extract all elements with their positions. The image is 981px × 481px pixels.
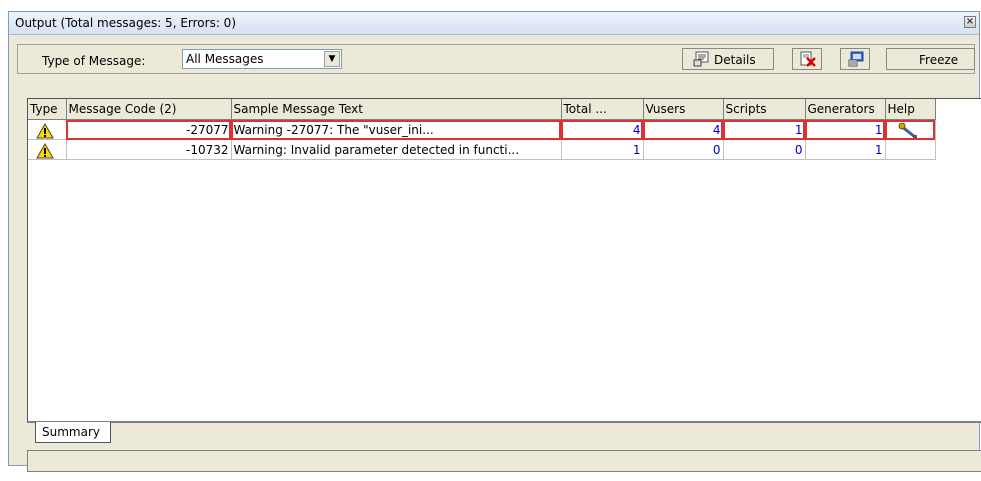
details-icon: [693, 51, 709, 67]
col-header-scripts[interactable]: Scripts: [723, 99, 806, 120]
clear-messages-button[interactable]: [792, 48, 822, 70]
type-of-message-label: Type of Message:: [42, 54, 146, 68]
tab-bar: Summary: [27, 422, 981, 446]
message-text-cell[interactable]: Warning: Invalid parameter detected in f…: [231, 139, 562, 160]
warning-icon: [36, 122, 54, 138]
export-icon: [848, 51, 864, 67]
col-header-help[interactable]: Help: [885, 99, 936, 120]
col-header-message-code[interactable]: Message Code (2): [66, 99, 232, 120]
tab-summary-label: Summary: [42, 425, 100, 439]
type-of-message-value: All Messages: [186, 52, 264, 66]
tab-summary[interactable]: Summary: [35, 422, 111, 443]
messages-table: Type Message Code (2) Sample Message Tex…: [28, 99, 936, 160]
freeze-button[interactable]: Freeze: [886, 48, 975, 70]
col-header-vusers[interactable]: Vusers: [643, 99, 724, 120]
table-header-row: Type Message Code (2) Sample Message Tex…: [28, 99, 936, 120]
col-header-type[interactable]: Type: [28, 99, 67, 120]
row-type-cell: [28, 139, 67, 160]
chevron-down-icon[interactable]: ▼: [324, 51, 340, 67]
generators-cell[interactable]: 1: [805, 139, 886, 160]
window-titlebar: Output (Total messages: 5, Errors: 0) ×: [9, 12, 979, 35]
table-row[interactable]: -27077 Warning -27077: The "vuser_ini...…: [28, 119, 936, 140]
clear-messages-icon: [800, 51, 816, 67]
toolbar: Type of Message: All Messages ▼ Details: [17, 44, 975, 74]
col-header-total[interactable]: Total ...: [561, 99, 644, 120]
help-tool-icon[interactable]: [898, 122, 920, 139]
vusers-cell[interactable]: 4: [643, 119, 724, 140]
total-cell[interactable]: 4: [561, 119, 644, 140]
export-button[interactable]: [840, 48, 870, 70]
freeze-label: Freeze: [919, 53, 959, 67]
type-of-message-select[interactable]: All Messages ▼: [182, 49, 342, 69]
details-label: Details: [714, 53, 756, 67]
table-row[interactable]: -10732 Warning: Invalid parameter detect…: [28, 139, 936, 160]
vusers-cell[interactable]: 0: [643, 139, 724, 160]
message-text-cell[interactable]: Warning -27077: The "vuser_ini...: [231, 119, 562, 140]
scripts-cell[interactable]: 0: [723, 139, 806, 160]
window-title: Output (Total messages: 5, Errors: 0): [15, 16, 236, 30]
col-header-generators[interactable]: Generators: [805, 99, 886, 120]
help-cell[interactable]: [885, 139, 936, 160]
details-button[interactable]: Details: [682, 48, 774, 70]
generators-cell[interactable]: 1: [805, 119, 886, 140]
row-type-cell: [28, 119, 67, 140]
col-header-sample-text[interactable]: Sample Message Text: [231, 99, 562, 120]
output-window: Output (Total messages: 5, Errors: 0) × …: [8, 11, 981, 472]
status-bar: [27, 450, 981, 472]
close-button[interactable]: ×: [964, 16, 976, 28]
scripts-cell[interactable]: 1: [723, 119, 806, 140]
message-code-cell[interactable]: -10732: [66, 139, 232, 160]
message-code-cell[interactable]: -27077: [66, 119, 232, 140]
warning-icon: [36, 142, 54, 158]
total-cell[interactable]: 1: [561, 139, 644, 160]
help-cell[interactable]: [885, 119, 936, 140]
messages-grid: Type Message Code (2) Sample Message Tex…: [27, 98, 981, 422]
